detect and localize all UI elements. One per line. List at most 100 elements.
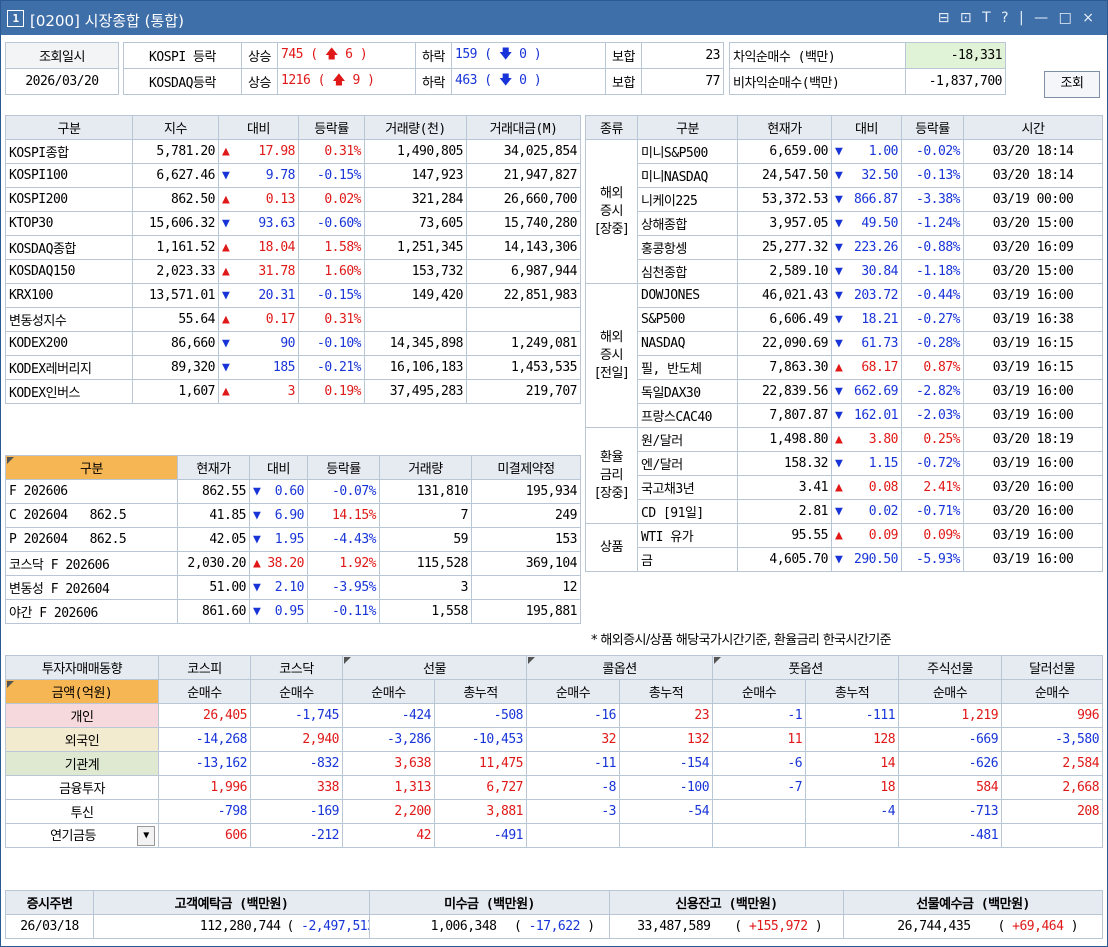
index-row[interactable]: KODEX레버리지 89,320 ▼ 185 -0.21% 16,106,183 1,453… [5, 355, 581, 380]
index-name[interactable]: KOSPI200 [5, 187, 133, 212]
global-name[interactable]: 미니NASDAQ [637, 163, 738, 188]
global-row[interactable]: 프랑스CAC40 7,807.87 ▼ 162.01 -2.03% 03/19 16:00 [586, 403, 1103, 428]
index-value: 55.64 [132, 307, 219, 332]
global-name[interactable]: 필, 반도체 [637, 355, 738, 380]
investor-row[interactable]: 연기금등 ▼ 606 -212 42 -491 -481 [5, 823, 1104, 848]
global-name[interactable]: DOWJONES [637, 283, 738, 308]
global-name[interactable]: 독일DAX30 [637, 379, 738, 404]
investor-row[interactable]: 외국인 -14,268 2,940 -3,286 -10,453 32 132 11 128 -6… [5, 727, 1104, 752]
global-name[interactable]: 심천종합 [637, 259, 738, 284]
investor-row[interactable]: 개인 26,405 -1,745 -424 -508 -16 23 -1 -111 1,219 99… [5, 703, 1104, 728]
global-name[interactable]: 금 [637, 547, 738, 572]
index-amount: 6,987,944 [466, 259, 581, 284]
index-row[interactable]: KTOP30 15,606.32 ▼ 93.63 -0.60% 73,605 15,740,… [5, 211, 581, 236]
futures-row[interactable]: P 202604 862.5 42.05 ▼ 1.95 -4.43% 59 153 [5, 527, 581, 552]
futures-name[interactable]: 변동성 F 202604 [5, 575, 178, 600]
index-name[interactable]: 변동성지수 [5, 307, 133, 332]
global-row[interactable]: 상품 WTI 유가 95.55 ▲ 0.09 0.09% 03/19 16:00 [585, 523, 1103, 572]
dropdown-arrow-icon[interactable]: ▼ [137, 826, 155, 846]
global-row[interactable]: 필, 반도체 7,863.30 ▲ 68.17 0.87% 03/19 16:15 [586, 355, 1103, 380]
index-name[interactable]: KTOP30 [5, 211, 133, 236]
investor-type-label: 외국인 [64, 734, 100, 749]
investor-type[interactable]: 연기금등 ▼ [5, 823, 159, 848]
global-row[interactable]: 독일DAX30 22,839.56 ▼ 662.69 -2.82% 03/19 16:00 [586, 379, 1103, 404]
global-row[interactable]: 해외 증시 [전일] DOWJONES 46,021.43 ▼ 203.72 -0.44%… [585, 283, 1103, 428]
futures-name[interactable]: 야간 F 202606 [5, 599, 178, 624]
global-row[interactable]: 금 4,605.70 ▼ 290.50 -5.93% 03/19 16:00 [586, 547, 1103, 572]
index-row[interactable]: KOSPI종합 5,781.20 ▲ 17.98 0.31% 1,490,805 34,02… [5, 139, 581, 164]
futures-row[interactable]: 변동성 F 202604 51.00 ▼ 2.10 -3.95% 3 12 [5, 575, 581, 600]
index-row[interactable]: KOSPI200 862.50 ▲ 0.13 0.02% 321,284 26,660,70… [5, 187, 581, 212]
futures-name[interactable]: 코스닥 F 202606 [5, 551, 178, 576]
global-row[interactable]: 홍콩항셍 25,277.32 ▼ 223.26 -0.88% 03/20 16:09 [586, 235, 1103, 260]
global-row[interactable]: 엔/달러 158.32 ▼ 1.15 -0.72% 03/19 16:00 [586, 451, 1103, 476]
index-row[interactable]: KODEX인버스 1,607 ▲ 3 0.19% 37,495,283 219,707 [5, 379, 581, 404]
futures-name[interactable]: F 202606 [5, 479, 178, 504]
global-name[interactable]: 프랑스CAC40 [637, 403, 738, 428]
global-row[interactable]: NASDAQ 22,090.69 ▼ 61.73 -0.28% 03/19 16:15 [586, 331, 1103, 356]
index-row[interactable]: 변동성지수 55.64 ▲ 0.17 0.31% [5, 307, 581, 332]
global-name[interactable]: 국고채3년 [637, 475, 738, 500]
global-name[interactable]: 니케이225 [637, 187, 738, 212]
global-name[interactable]: 상해종합 [637, 211, 738, 236]
index-name[interactable]: KODEX레버리지 [5, 355, 133, 380]
index-name[interactable]: KOSDAQ종합 [5, 235, 133, 260]
futures-price: 861.60 [177, 599, 250, 624]
global-row[interactable]: 니케이225 53,372.53 ▼ 866.87 -3.38% 03/19 00:00 [586, 187, 1103, 212]
index-row[interactable]: KODEX200 86,660 ▼ 90 -0.10% 14,345,898 1,249,0… [5, 331, 581, 356]
index-name[interactable]: KODEX200 [5, 331, 133, 356]
global-name[interactable]: 원/달러 [637, 427, 738, 452]
futures-row[interactable]: C 202604 862.5 41.85 ▼ 6.90 14.15% 7 249 [5, 503, 581, 528]
index-name[interactable]: KOSDAQ150 [5, 259, 133, 284]
index-rate: -0.15% [298, 283, 365, 308]
global-row[interactable]: 미니NASDAQ 24,547.50 ▼ 32.50 -0.13% 03/20 18:14 [586, 163, 1103, 188]
index-change: ▼ 9.78 [218, 163, 299, 188]
index-row[interactable]: KOSDAQ150 2,023.33 ▲ 31.78 1.60% 153,732 6,987… [5, 259, 581, 284]
global-row[interactable]: S&P500 6,606.49 ▼ 18.21 -0.27% 03/19 16:38 [586, 307, 1103, 332]
global-name[interactable]: CD [91일] [637, 499, 738, 524]
futures-name[interactable]: P 202604 862.5 [5, 527, 178, 552]
screen-number-badge[interactable]: 1 [7, 10, 24, 27]
futures-row[interactable]: 코스닥 F 202606 2,030.20 ▲ 38.20 1.92% 115,528 36… [5, 551, 581, 576]
environment-value: 1,006,348 [369, 914, 500, 939]
global-name[interactable]: WTI 유가 [637, 523, 738, 548]
index-change-value: 18.04 [258, 240, 295, 255]
global-name[interactable]: S&P500 [637, 307, 738, 332]
index-row[interactable]: KOSPI100 6,627.46 ▼ 9.78 -0.15% 147,923 21,947… [5, 163, 581, 188]
investor-value: 1,219 [898, 703, 1003, 728]
global-name[interactable]: 미니S&P500 [637, 139, 738, 164]
investor-row[interactable]: 금융투자 1,996 338 1,313 6,727 -8 -100 -7 18 584 2,668 [5, 775, 1104, 800]
global-name[interactable]: 홍콩항셍 [637, 235, 738, 260]
window-controls[interactable]: ⊟ ⊡ T ? | — □ × [938, 10, 1097, 26]
index-name[interactable]: KOSPI100 [5, 163, 133, 188]
index-row[interactable]: KOSDAQ종합 1,161.52 ▲ 18.04 1.58% 1,251,345 14,1… [5, 235, 581, 260]
investor-row[interactable]: 기관계 -13,162 -832 3,638 11,475 -11 -154 -6 14 -626… [5, 751, 1104, 776]
global-row[interactable]: CD [91일] 2.81 ▼ 0.02 -0.71% 03/20 16:00 [586, 499, 1103, 524]
investor-unit-header[interactable]: 금액(억원) [5, 679, 159, 704]
triangle-up-icon: ▲ [835, 360, 843, 375]
futures-row[interactable]: F 202606 862.55 ▼ 0.60 -0.07% 131,810 195,934 [5, 479, 581, 504]
index-name[interactable]: KODEX인버스 [5, 379, 133, 404]
index-value: 15,606.32 [132, 211, 219, 236]
global-change: ▼ 0.02 [831, 499, 902, 524]
global-row[interactable]: 환율 금리 [장중] 원/달러 1,498.80 ▲ 3.80 0.25% 03/20 18… [585, 427, 1103, 524]
environment-date: 26/03/18 [5, 914, 94, 939]
global-row[interactable]: 국고채3년 3.41 ▲ 0.08 2.41% 03/20 16:00 [586, 475, 1103, 500]
index-row[interactable]: KRX100 13,571.01 ▼ 20.31 -0.15% 149,420 22,851… [5, 283, 581, 308]
futures-name[interactable]: C 202604 862.5 [5, 503, 178, 528]
global-name[interactable]: NASDAQ [637, 331, 738, 356]
global-rate: -0.02% [901, 139, 964, 164]
futures-row[interactable]: 야간 F 202606 861.60 ▼ 0.95 -0.11% 1,558 195,881 [5, 599, 581, 624]
global-name[interactable]: 엔/달러 [637, 451, 738, 476]
global-row[interactable]: 해외 증시 [장중] 미니S&P500 6,659.00 ▼ 1.00 -0.02% 03/… [585, 139, 1103, 284]
index-name[interactable]: KRX100 [5, 283, 133, 308]
global-row[interactable]: 상해종합 3,957.05 ▼ 49.50 -1.24% 03/20 15:00 [586, 211, 1103, 236]
query-button[interactable]: 조회 [1044, 71, 1100, 98]
index-name[interactable]: KOSPI종합 [5, 139, 133, 164]
investor-group-header: 선물 [341, 655, 528, 680]
global-row[interactable]: 심천종합 2,589.10 ▼ 30.84 -1.18% 03/20 15:00 [586, 259, 1103, 284]
investor-row[interactable]: 투신 -798 -169 2,200 3,881 -3 -54 -4 -713 208 [5, 799, 1104, 824]
investor-value: 42 [342, 823, 435, 848]
arbitrage-table: 차익순매수 (백만) -18,331 비차익순매수(백만) -1,837,700 [729, 42, 1006, 95]
futures-rate: -4.43% [307, 527, 380, 552]
